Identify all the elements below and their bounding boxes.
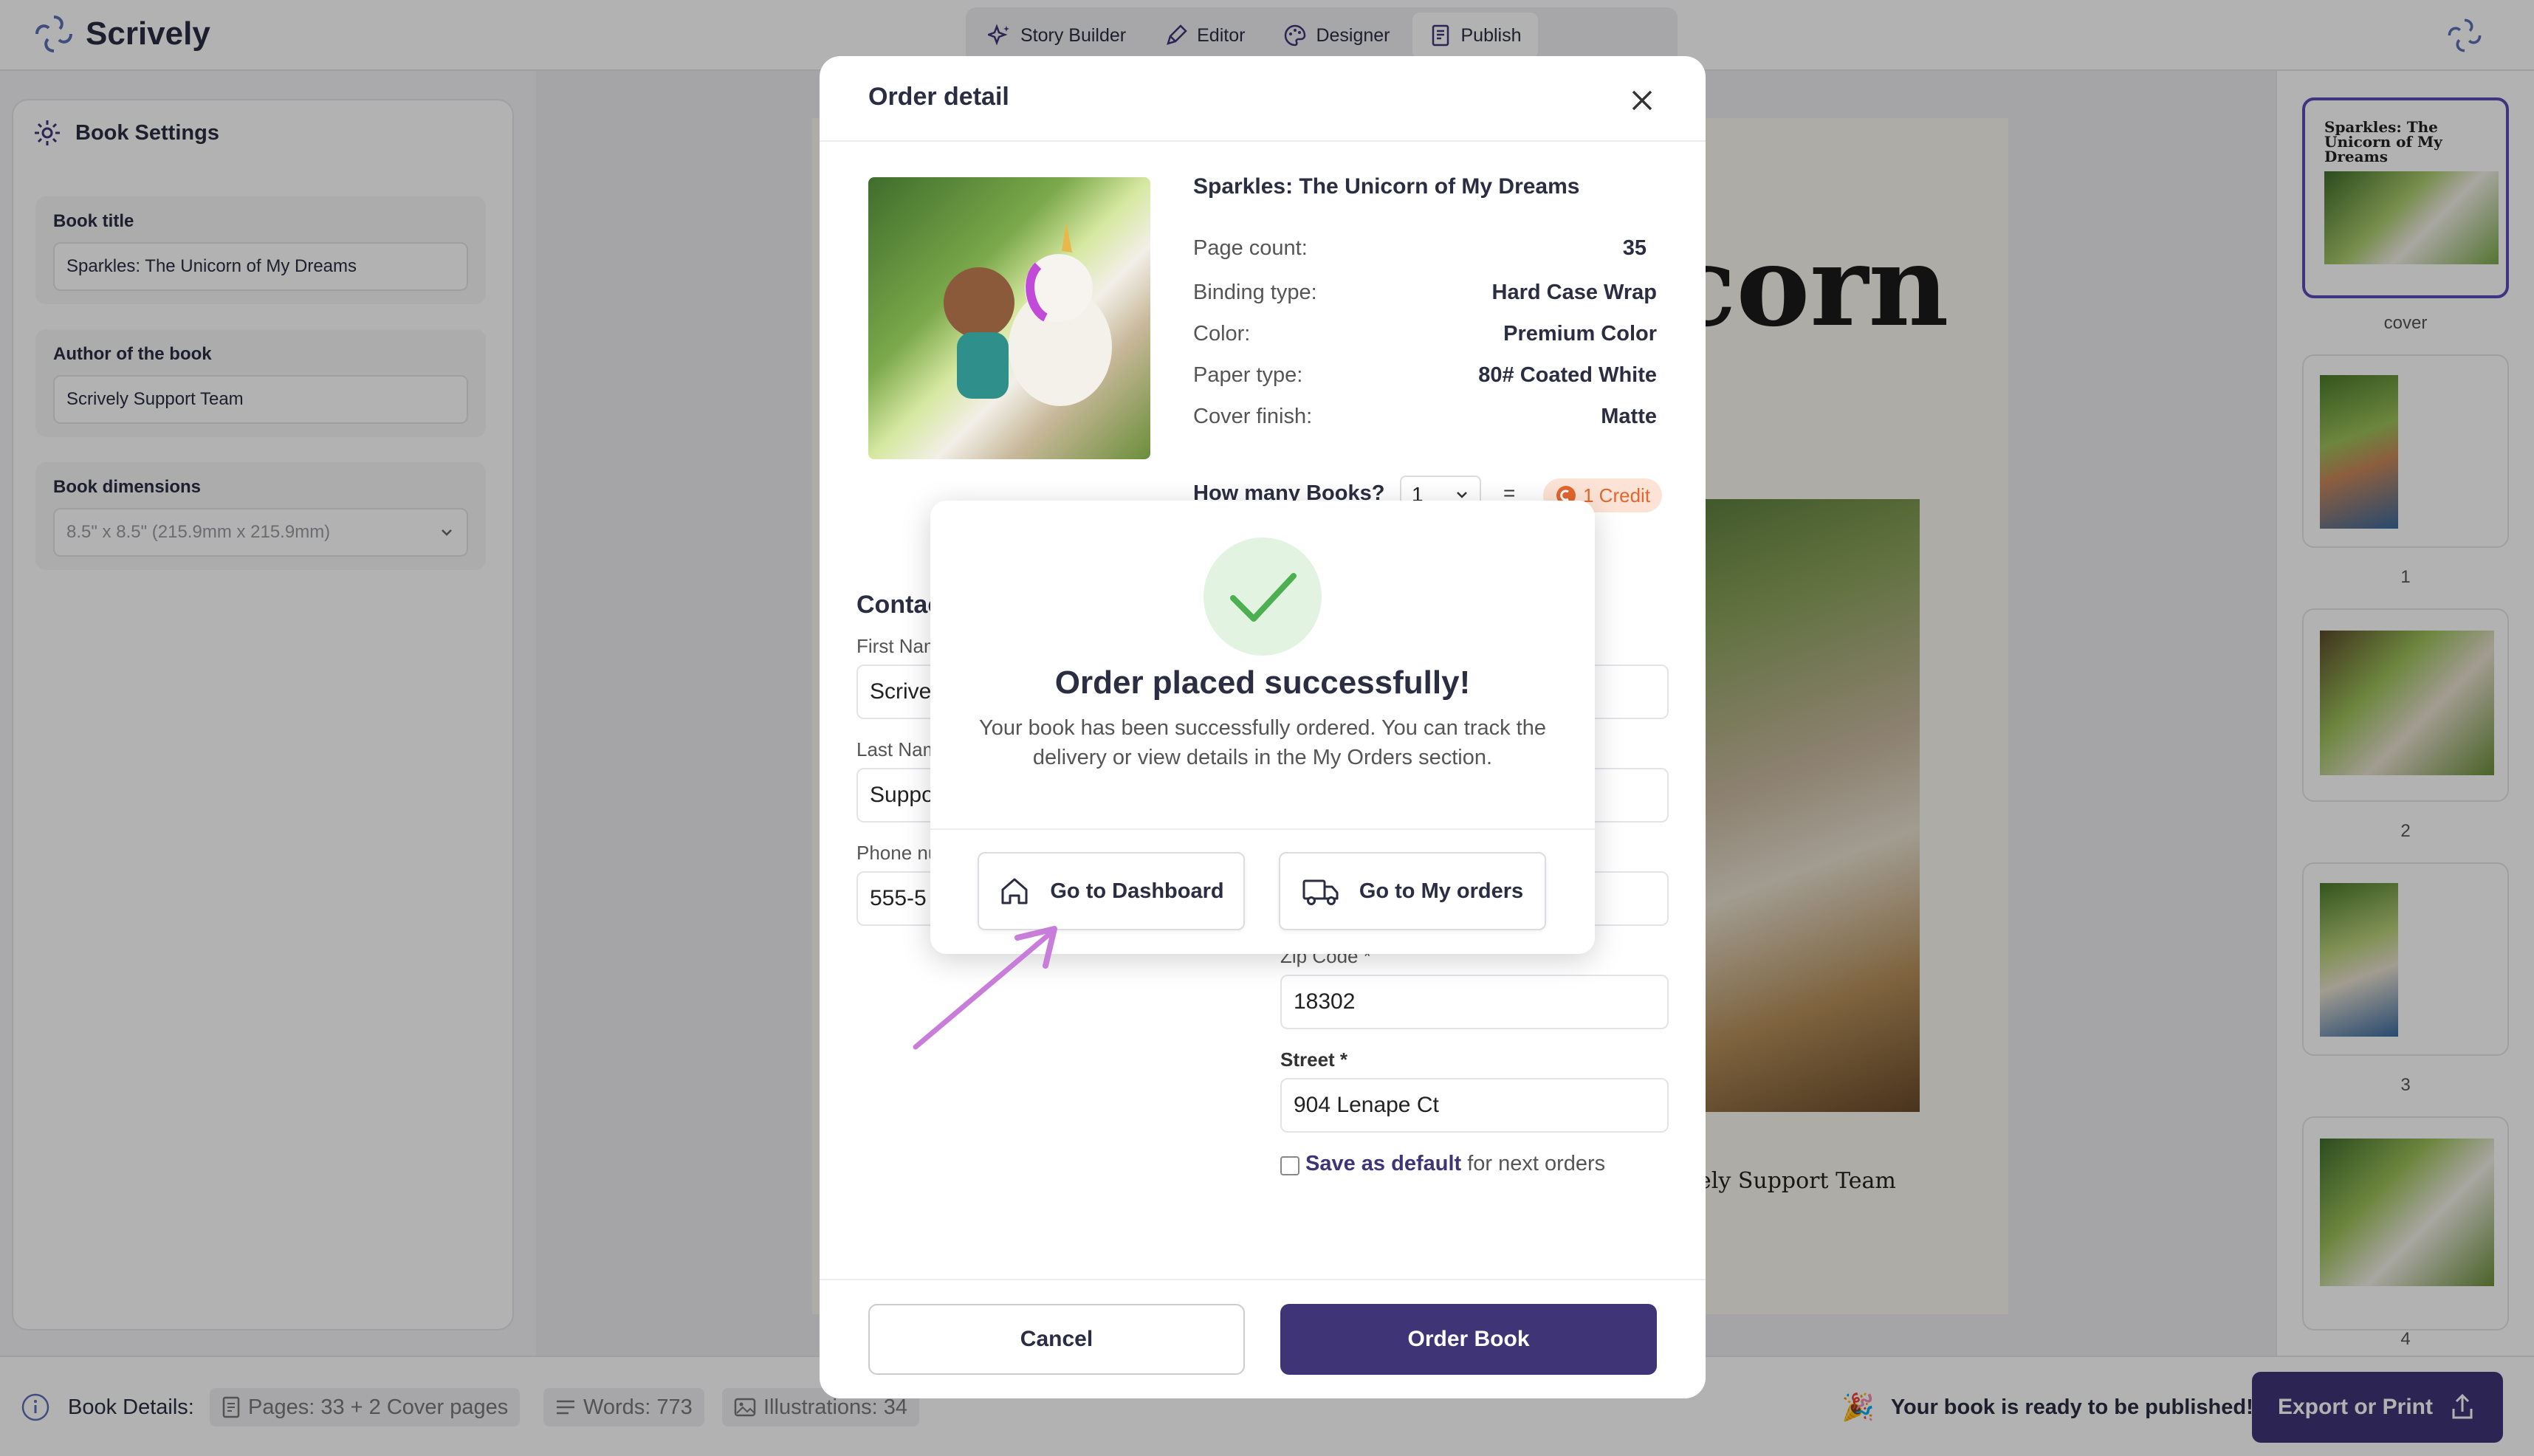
order-book-button[interactable]: Order Book: [1280, 1304, 1657, 1375]
chevron-down-icon: [1457, 492, 1467, 498]
credit-text: 1 Credit: [1583, 484, 1651, 506]
checkmark-icon: [1230, 573, 1297, 622]
book-cover-image: [868, 177, 1150, 459]
spec-value: 80# Coated White: [1478, 363, 1657, 387]
spec-value: 35: [1622, 236, 1647, 260]
order-detail-title: Order detail: [868, 83, 1009, 111]
spec-key: Cover finish:: [1193, 405, 1313, 428]
go-to-my-orders-label: Go to My orders: [1359, 879, 1524, 903]
spec-binding: Binding type: Hard Case Wrap: [1193, 281, 1657, 305]
success-title: Order placed successfully!: [1054, 665, 1471, 701]
spec-color: Color: Premium Color: [1193, 322, 1657, 346]
spec-value: Hard Case Wrap: [1491, 281, 1658, 304]
success-description: Your book has been successfully ordered.…: [979, 716, 1546, 769]
divider: [820, 140, 1706, 142]
success-check-icon: [1204, 538, 1322, 656]
spec-key: Color:: [1193, 322, 1251, 346]
save-default-rest: for next orders: [1461, 1152, 1606, 1175]
last-name-label: Last Nam: [856, 738, 939, 760]
street-label: Street *: [1280, 1048, 1348, 1071]
close-button[interactable]: [1621, 80, 1663, 121]
truck-icon: [1302, 879, 1339, 905]
phone-label: Phone nu: [856, 842, 939, 864]
spec-value: Premium Color: [1503, 322, 1657, 346]
close-icon: [1632, 90, 1652, 111]
first-name-label: First Nam: [856, 635, 940, 657]
cover-illustration: [944, 222, 1112, 406]
divider: [820, 1279, 1706, 1280]
spec-cover-finish: Cover finish: Matte: [1193, 405, 1657, 429]
spec-value: Matte: [1601, 405, 1657, 428]
street-input[interactable]: 904 Lenape Ct: [1280, 1078, 1669, 1133]
divider: [930, 828, 1595, 830]
spec-page-count: Page count: 35: [1193, 236, 1657, 261]
contact-section-title: Contac: [856, 591, 942, 619]
spec-paper: Paper type: 80# Coated White: [1193, 363, 1657, 388]
pointer-arrow-icon: [901, 916, 1078, 1067]
zip-input[interactable]: 18302: [1280, 975, 1669, 1029]
save-default-label: Save as default for next orders: [1305, 1152, 1605, 1176]
spec-key: Binding type:: [1193, 281, 1317, 304]
go-to-dashboard-label: Go to Dashboard: [1050, 879, 1224, 903]
go-to-my-orders-button[interactable]: Go to My orders: [1279, 852, 1546, 930]
spec-key: Paper type:: [1193, 363, 1303, 387]
save-default-checkbox[interactable]: [1280, 1156, 1299, 1175]
book-name: Sparkles: The Unicorn of My Dreams: [1193, 174, 1580, 199]
spec-key: Page count:: [1193, 236, 1308, 260]
home-icon: [1001, 878, 1028, 904]
save-default-link[interactable]: Save as default: [1305, 1152, 1461, 1175]
cancel-button[interactable]: Cancel: [868, 1304, 1245, 1375]
